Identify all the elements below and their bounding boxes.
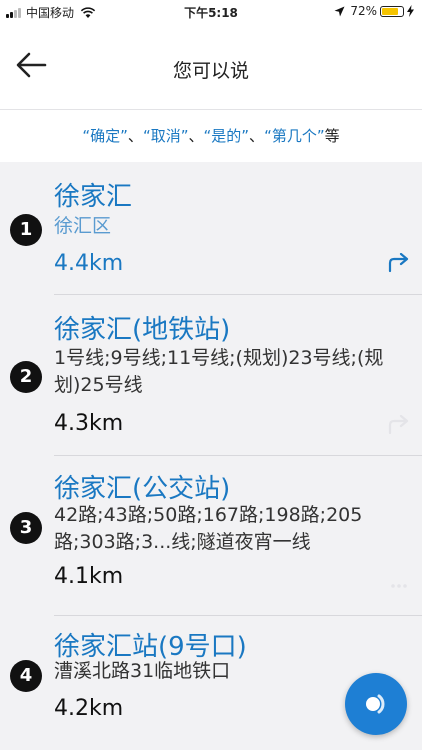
navigate-arrow-icon[interactable] (388, 415, 410, 435)
location-arrow-icon (334, 6, 345, 16)
navigate-arrow-icon[interactable] (388, 253, 410, 273)
result-item[interactable]: 徐家汇(公交站) 3 42路;43路;50路;167路;198路;205路;30… (0, 456, 422, 616)
status-right: 72% (334, 4, 414, 18)
battery-percent: 72% (350, 4, 377, 18)
result-list: 徐家汇 1 徐汇区 4.4km 徐家汇(地铁站) 2 1号线;9号线;11号线;… (0, 162, 422, 750)
result-item[interactable]: 徐家汇 1 徐汇区 4.4km (0, 162, 422, 295)
voice-assistant-button[interactable] (345, 673, 407, 735)
result-index-badge: 3 (10, 512, 42, 544)
page-title: 您可以说 (172, 60, 249, 82)
status-bar: 中国移动 下午5:18 72% (0, 0, 422, 24)
nav-bar: 您可以说 (0, 24, 422, 110)
result-name: 徐家汇(地铁站) (54, 315, 231, 345)
result-detail: 1号线;9号线;11号线;(规划)23号线;(规划)25号线 (54, 347, 384, 396)
result-detail: 徐汇区 (54, 215, 112, 237)
result-distance: 4.1km (54, 564, 124, 589)
result-index-badge: 1 (10, 214, 42, 246)
result-name: 徐家汇 (54, 182, 133, 212)
charging-bolt-icon (407, 5, 414, 17)
hint-keyword: “第几个” (264, 127, 325, 145)
result-detail: 42路;43路;50路;167路;198路;205路;303路;3...线;隧道… (54, 504, 363, 553)
hint-separator: 、 (188, 127, 204, 145)
hint-keyword: “确定” (82, 127, 128, 145)
battery-icon (380, 5, 404, 17)
result-distance: 4.2km (54, 696, 124, 721)
result-distance: 4.4km (54, 251, 124, 276)
result-distance: 4.3km (54, 411, 124, 436)
voice-assistant-icon (366, 694, 385, 714)
hint-suffix: 等 (324, 127, 340, 145)
hint-separator: 、 (127, 127, 143, 145)
result-name: 徐家汇(公交站) (54, 474, 231, 504)
result-index-badge: 4 (10, 660, 42, 692)
more-icon[interactable] (388, 570, 410, 590)
hint-separator: 、 (249, 127, 265, 145)
hint-keyword: “是的” (203, 127, 250, 145)
hint-keyword: “取消” (142, 127, 189, 145)
result-item[interactable]: 徐家汇(地铁站) 2 1号线;9号线;11号线;(规划)23号线;(规划)25号… (0, 295, 422, 456)
voice-hint-bar: “确定”、“取消”、“是的”、“第几个”等 (0, 110, 422, 162)
result-index-badge: 2 (10, 361, 42, 393)
result-detail: 漕溪北路31临地铁口 (54, 660, 231, 682)
